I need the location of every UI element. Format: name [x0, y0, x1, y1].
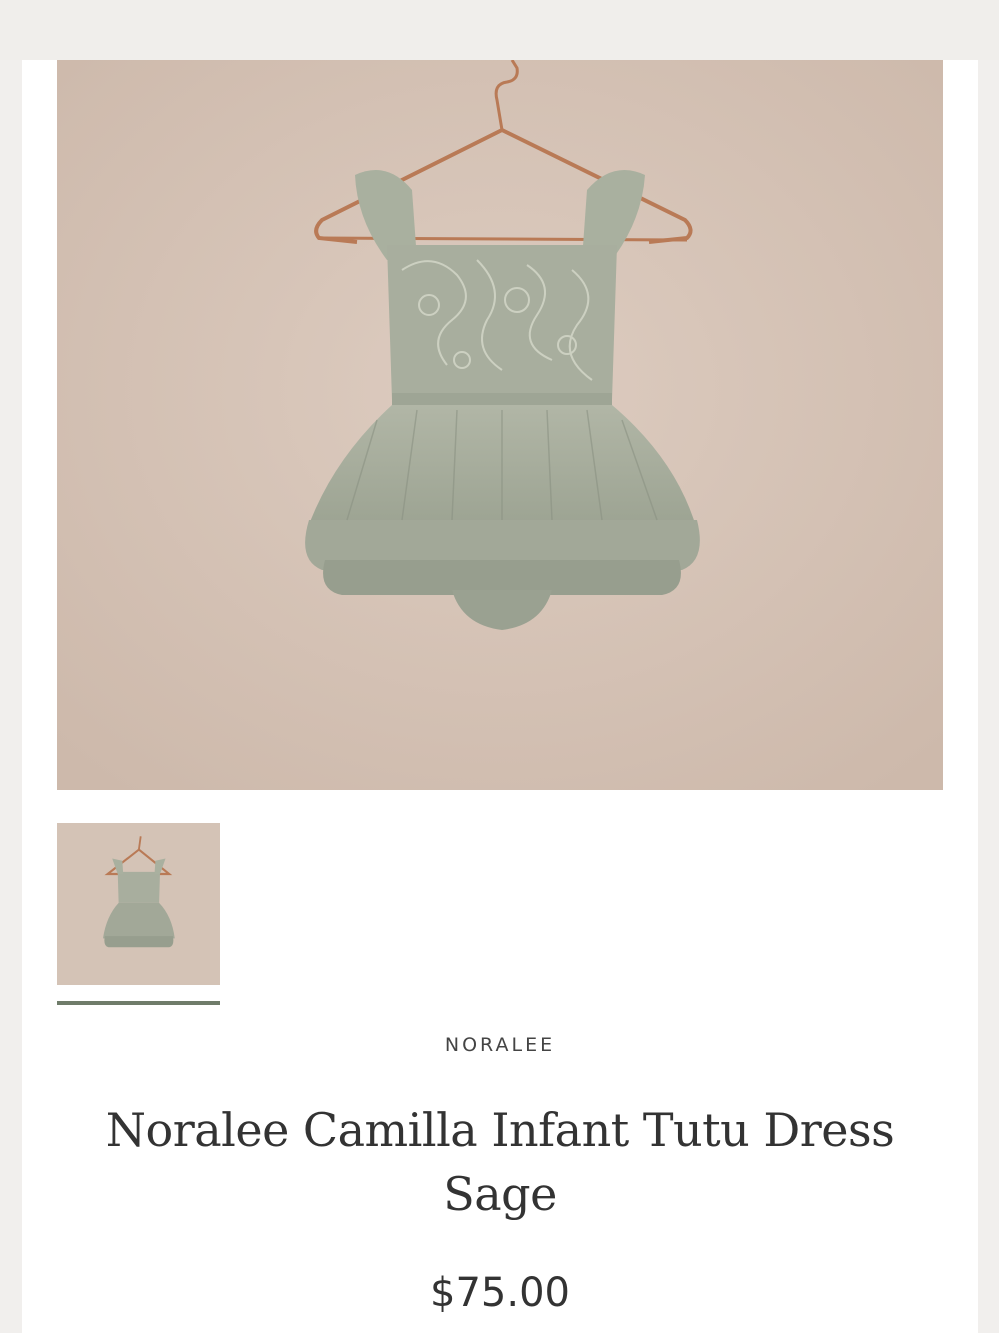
thumbnail-dress-illustration [57, 823, 220, 985]
thumbnail-selected-indicator [57, 1001, 220, 1005]
product-title: Noralee Camilla Infant Tutu Dress Sage [105, 1103, 895, 1221]
product-thumbnail[interactable] [57, 823, 220, 985]
product-price: $75.00 [430, 1270, 570, 1316]
dress-illustration [57, 60, 943, 790]
product-vendor[interactable]: NORALEE [22, 1034, 978, 1056]
product-main-image[interactable] [57, 60, 943, 790]
top-bar [0, 0, 999, 60]
product-card: NORALEE Noralee Camilla Infant Tutu Dres… [22, 60, 978, 1333]
